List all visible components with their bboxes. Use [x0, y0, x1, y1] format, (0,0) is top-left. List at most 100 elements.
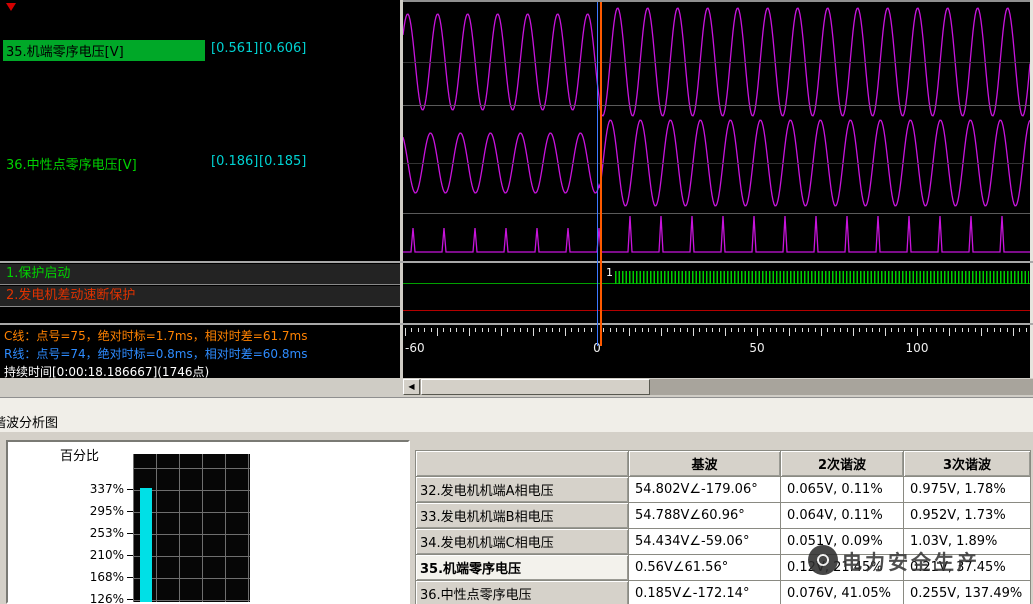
ruler-tick	[488, 328, 490, 332]
row-value-cell[interactable]: 0.064V, 0.11%	[780, 502, 904, 529]
ruler-tick	[763, 328, 765, 332]
ruler-tick	[667, 328, 669, 332]
cursor-r-info: R线：点号=74，绝对时标=0.8ms，相对时差=60.8ms	[4, 347, 308, 361]
row-value-cell[interactable]: 0.952V, 1.73%	[903, 502, 1031, 529]
channel-36-value-1: [0.186]	[211, 154, 259, 169]
time-ruler: -60 0 50 100	[403, 328, 1030, 378]
table-row[interactable]: 33.发电机机端B相电压 54.788V∠60.96° 0.064V, 0.11% 0…	[415, 502, 1031, 529]
ruler-tick	[449, 328, 451, 332]
ruler-tick	[693, 328, 694, 336]
ruler-tick	[853, 328, 854, 336]
digital-row-diff-protection[interactable]: 2.发电机差动速断保护	[0, 286, 400, 307]
ruler-tick	[705, 328, 707, 332]
digital-2-label: 2.发电机差动速断保护	[6, 288, 136, 303]
harmonic-analysis-section: 百分比 337% 295% 253% 210% 168% 126% 基波 2次谐波 3次谐…	[0, 432, 1033, 604]
channel-35-label: 35.机端零序电压[V]	[3, 40, 205, 61]
ruler-tick	[725, 328, 726, 336]
ruler-tick	[622, 328, 624, 332]
waveform-plot	[403, 7, 1030, 253]
watermark-text: 电力安全生产	[842, 549, 980, 574]
ruler-tick	[859, 328, 861, 332]
ruler-tick	[827, 328, 829, 332]
channel-36-value-2: [0.185]	[259, 154, 307, 169]
ruler-tick	[443, 328, 445, 332]
ruler-tick	[744, 328, 746, 332]
ruler-tick	[462, 328, 464, 332]
ruler-tick	[910, 328, 912, 332]
ruler-tick	[923, 328, 925, 332]
row-name-cell[interactable]: 34.发电机机端C相电压	[415, 528, 629, 555]
channel-row-36[interactable]: 36.中性点零序电压[V] [0.186] [0.185]	[3, 153, 397, 173]
row-value-cell[interactable]: 0.185V∠-172.14°	[628, 580, 781, 604]
ruler-tick	[481, 328, 483, 332]
ruler-tick	[417, 328, 419, 332]
row-name-cell[interactable]: 36.中性点零序电压	[415, 580, 629, 604]
ruler-tick	[456, 328, 458, 332]
ruler-tick	[974, 328, 976, 332]
scrollbar-left-button[interactable]: ◀	[403, 379, 420, 395]
header-2nd-harmonic: 2次谐波	[780, 450, 904, 477]
ytick-label: 295%	[89, 504, 124, 518]
ruler-tick	[603, 328, 605, 332]
table-row[interactable]: 32.发电机机端A相电压 54.802V∠-179.06° 0.065V, 0.11…	[415, 476, 1031, 503]
ruler-tick	[917, 328, 918, 336]
waveform-panel[interactable]: 1 -60 0 50 100	[403, 0, 1030, 378]
row-value-cell[interactable]: 0.56V∠61.56°	[628, 554, 781, 581]
row-value-cell[interactable]: 54.802V∠-179.06°	[628, 476, 781, 503]
table-header-row: 基波 2次谐波 3次谐波	[415, 450, 1031, 477]
marker-icon	[6, 3, 16, 11]
row-value-cell[interactable]: 0.065V, 0.11%	[780, 476, 904, 503]
digital-trace-2-line	[403, 310, 1030, 311]
ruler-tick	[571, 328, 573, 332]
ruler-tick	[501, 328, 502, 336]
scrollbar-thumb[interactable]	[421, 379, 650, 395]
ruler-tick	[565, 328, 566, 336]
table-row[interactable]: 36.中性点零序电压 0.185V∠-172.14° 0.076V, 41.05% 0…	[415, 580, 1031, 604]
ruler-tick	[411, 328, 413, 332]
ruler-tick	[750, 328, 752, 332]
ruler-tick	[865, 328, 867, 332]
row-value-cell[interactable]: 54.788V∠60.96°	[628, 502, 781, 529]
cursor-line-c[interactable]	[600, 2, 602, 346]
row-value-cell[interactable]: 0.975V, 1.78%	[903, 476, 1031, 503]
zero-line-ch35	[403, 62, 1030, 63]
cursor-line-r[interactable]	[597, 2, 598, 346]
ruler-tick	[552, 328, 554, 332]
ruler-tick	[533, 328, 534, 336]
channel-35-value-1: [0.561]	[211, 41, 259, 56]
ruler-tick	[981, 328, 982, 336]
channel-36-label: 36.中性点零序电压[V]	[6, 158, 137, 173]
row-name-cell[interactable]: 35.机端零序电压	[415, 554, 629, 581]
ruler-tick	[405, 328, 406, 336]
digital-1-label: 1.保护启动	[6, 266, 71, 281]
digital-row-protection-start[interactable]: 1.保护启动	[0, 264, 400, 285]
ruler-tick	[584, 328, 586, 332]
ruler-tick	[968, 328, 970, 332]
row-value-cell[interactable]: 54.434V∠-59.06°	[628, 528, 781, 555]
fault-oscillograph-app: 35.机端零序电压[V] [0.561] [0.606] 36.中性点零序电压[…	[0, 0, 1033, 604]
ruler-tick	[1019, 328, 1021, 332]
ruler-tick	[577, 328, 579, 332]
ruler-tick	[878, 328, 880, 332]
row-value-cell[interactable]: 0.076V, 41.05%	[780, 580, 904, 604]
row-value-cell[interactable]: 0.255V, 137.49%	[903, 580, 1031, 604]
ruler-tick	[641, 328, 643, 332]
ruler-tick	[987, 328, 989, 332]
ruler-tick	[590, 328, 592, 332]
ytick-label: 126%	[89, 592, 124, 604]
pulse-wave	[403, 215, 1030, 253]
ruler-tick	[712, 328, 714, 332]
ruler-tick	[936, 328, 938, 332]
row-name-cell[interactable]: 32.发电机机端A相电压	[415, 476, 629, 503]
ruler-tick	[929, 328, 931, 332]
ruler-tick	[904, 328, 906, 332]
row-name-cell[interactable]: 33.发电机机端B相电压	[415, 502, 629, 529]
ruler-tick	[609, 328, 611, 332]
ruler-tick	[891, 328, 893, 332]
ruler-tick	[507, 328, 509, 332]
harmonic-chart-panel: 百分比 337% 295% 253% 210% 168% 126%	[6, 440, 410, 604]
ruler-tick	[821, 328, 822, 336]
channel-row-35[interactable]: 35.机端零序电压[V] [0.561] [0.606]	[3, 40, 397, 61]
section-title: 谐波分析图	[0, 416, 59, 431]
ruler-tick	[757, 328, 758, 336]
